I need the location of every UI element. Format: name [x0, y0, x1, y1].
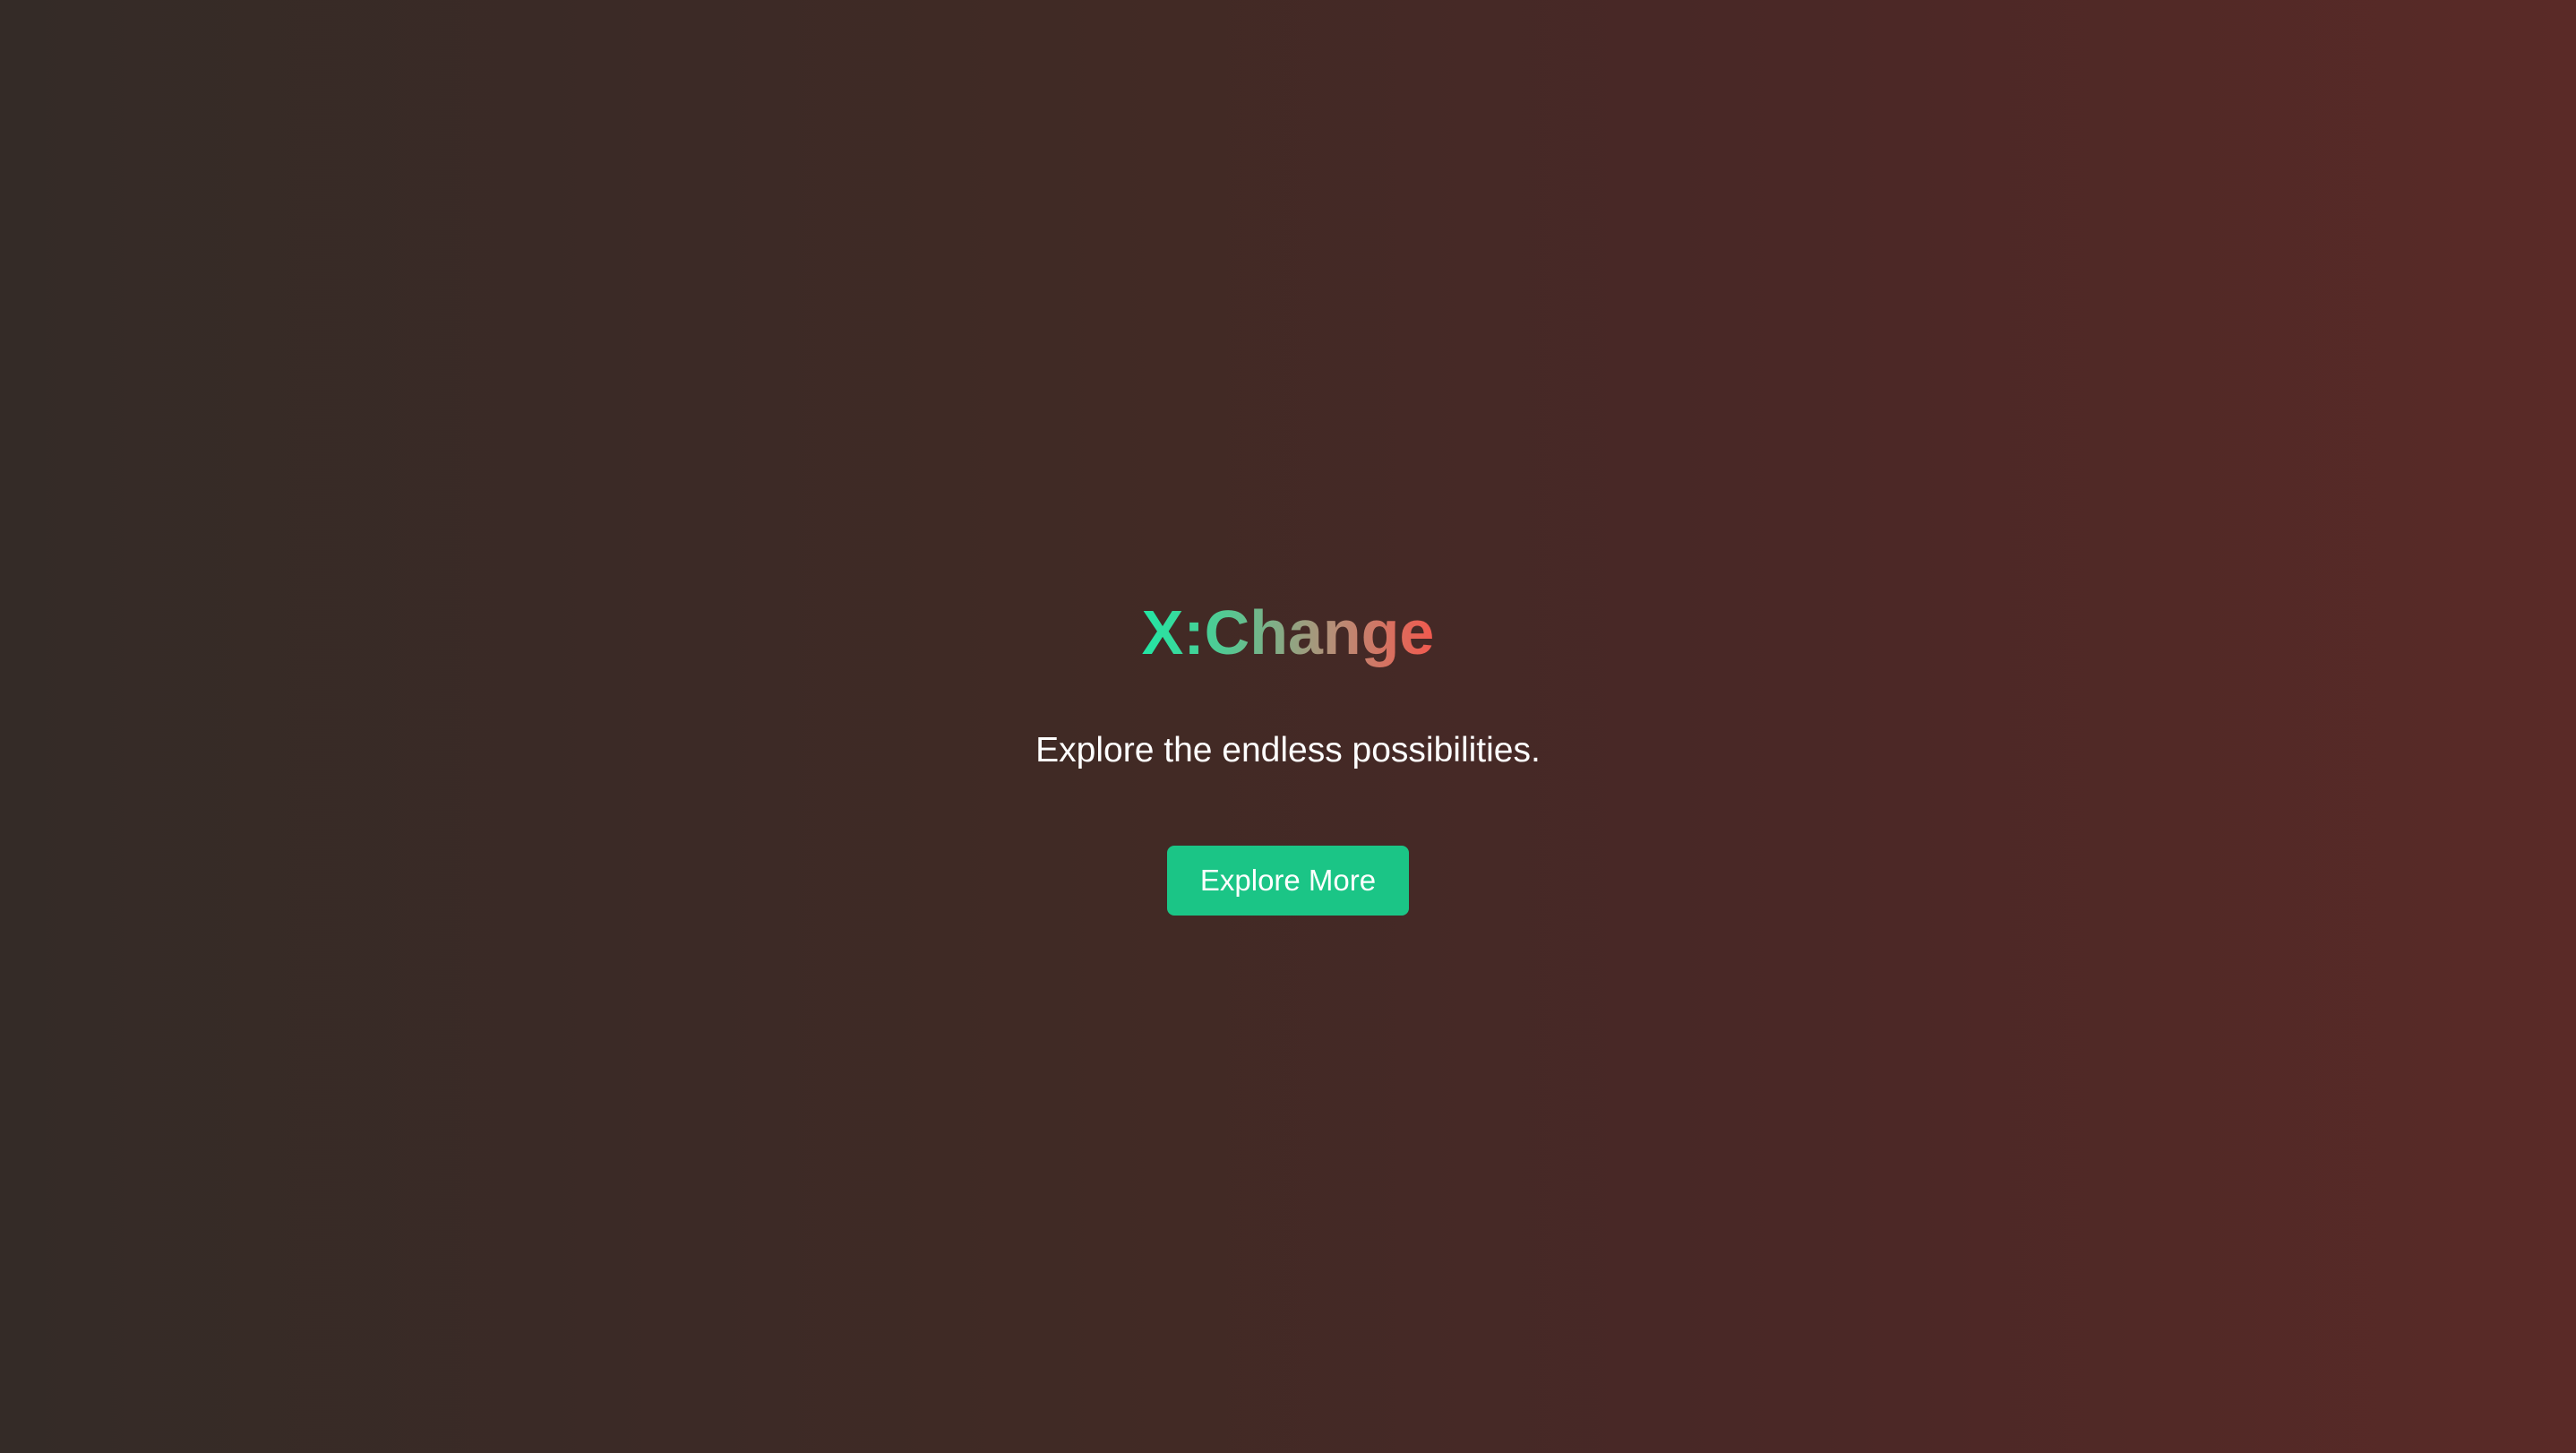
explore-more-button[interactable]: Explore More	[1167, 845, 1409, 916]
hero-section: X:Change Explore the endless possibiliti…	[0, 0, 2576, 1453]
hero-title: X:Change	[1141, 598, 1435, 667]
hero-subtitle: Explore the endless possibilities.	[1035, 730, 1541, 769]
landing-page: { "hero": { "title": "X:Change", "subtit…	[0, 0, 2576, 1453]
